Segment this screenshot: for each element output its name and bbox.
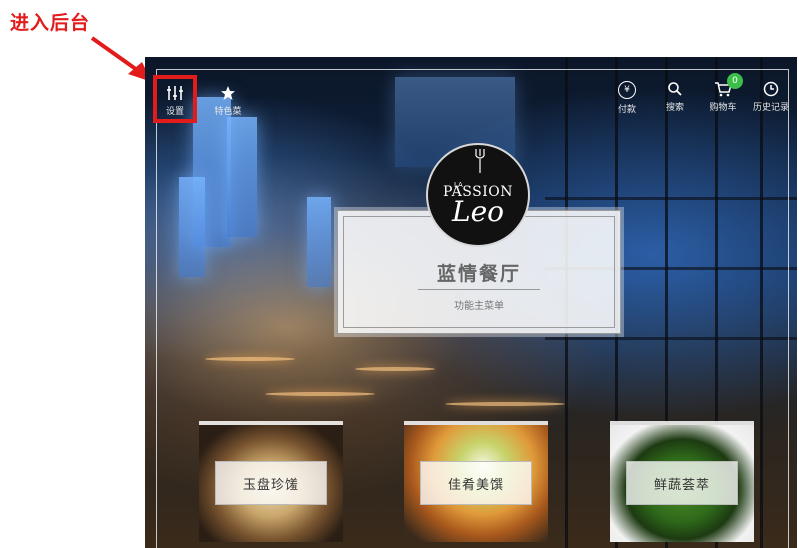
search-button[interactable]: 搜索 xyxy=(653,81,697,115)
dish-card[interactable]: 佳肴美馔 xyxy=(404,421,548,542)
dish-card[interactable]: 鲜蔬荟萃 xyxy=(610,421,754,542)
clock-icon xyxy=(763,81,779,97)
specialty-label: 特色菜 xyxy=(214,107,242,117)
yen-icon: ¥ xyxy=(618,81,636,99)
payment-label: 付款 xyxy=(617,105,636,115)
history-label: 历史记录 xyxy=(752,103,789,113)
cart-label: 购物车 xyxy=(709,103,737,113)
cart-badge: 0 xyxy=(727,73,743,89)
settings-sliders-icon xyxy=(167,86,183,100)
dish-label: 玉盘珍馐 xyxy=(215,461,327,505)
top-left-nav: 设置 特色菜 xyxy=(153,75,253,123)
main-menu-subtitle: 功能主菜单 xyxy=(454,301,504,312)
cart-button[interactable]: 0 购物车 xyxy=(701,73,745,115)
history-button[interactable]: 历史记录 xyxy=(749,81,793,115)
fork-icon xyxy=(475,149,485,173)
search-label: 搜索 xyxy=(665,103,684,113)
top-right-nav: ¥ 付款 搜索 0 购物车 历史记录 xyxy=(605,73,793,115)
star-icon xyxy=(221,86,235,100)
logo-leo-text: Leo xyxy=(451,195,505,228)
restaurant-name: 蓝情餐厅 xyxy=(436,263,521,285)
settings-button[interactable]: 设置 xyxy=(153,75,197,123)
dish-label: 佳肴美馔 xyxy=(420,461,532,505)
specialty-button[interactable]: 特色菜 xyxy=(203,75,253,123)
dish-card[interactable]: 玉盘珍馐 xyxy=(199,421,343,542)
search-icon xyxy=(668,82,682,96)
app-screen: 设置 特色菜 ¥ 付款 搜索 0 购物车 历史记录 蓝情餐厅 功能主菜单 LA … xyxy=(145,57,797,548)
payment-button[interactable]: ¥ 付款 xyxy=(605,81,649,115)
dish-label: 鲜蔬荟萃 xyxy=(626,461,738,505)
title-divider xyxy=(418,289,540,290)
logo-la-text: LA xyxy=(454,181,463,189)
restaurant-logo: LA PASSION Leo xyxy=(426,143,530,247)
settings-label: 设置 xyxy=(165,107,184,117)
